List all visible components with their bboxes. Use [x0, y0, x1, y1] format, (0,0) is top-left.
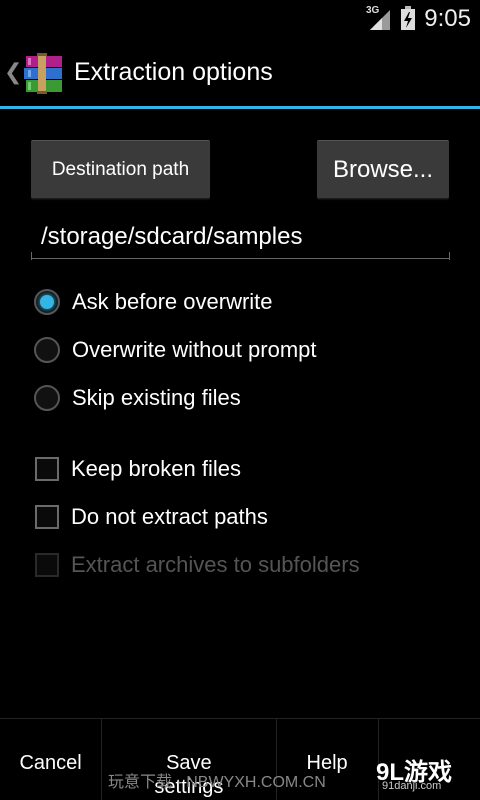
destination-path-button[interactable]: Destination path [31, 140, 210, 199]
radio-selected-icon[interactable] [34, 289, 60, 315]
radio-unselected-icon[interactable] [34, 337, 60, 363]
checkbox-unchecked-icon[interactable] [35, 457, 59, 481]
checkbox-do-not-extract-paths[interactable]: Do not extract paths [34, 497, 454, 537]
radio-skip-existing-files[interactable]: Skip existing files [34, 378, 454, 418]
action-bar-divider [0, 106, 480, 109]
radio-ask-before-overwrite[interactable]: Ask before overwrite [34, 282, 454, 322]
watermark-url: 91danji.com [382, 780, 442, 792]
cancel-button[interactable]: Cancel [0, 719, 103, 800]
watermark-text: 玩意下载 · NBWYXH.COM.CN [108, 774, 326, 791]
checkbox-disabled-icon [35, 553, 59, 577]
radio-unselected-icon[interactable] [34, 385, 60, 411]
checkbox-keep-broken-files[interactable]: Keep broken files [34, 449, 454, 489]
checkbox-extract-archives-to-subfolders: Extract archives to subfolders [34, 545, 454, 585]
winrar-books-icon[interactable] [20, 52, 66, 96]
radio-label: Overwrite without prompt [72, 337, 317, 362]
checkbox-unchecked-icon[interactable] [35, 505, 59, 529]
radio-label: Skip existing files [72, 385, 241, 410]
extraction-options-screen: 3G 9:05 ❮ Extraction options Destination… [0, 0, 480, 800]
checkbox-label: Extract archives to subfolders [71, 552, 360, 577]
clock: 9:05 [424, 5, 471, 32]
path-field-underline [31, 252, 450, 260]
radio-overwrite-without-prompt[interactable]: Overwrite without prompt [34, 330, 454, 370]
action-bar[interactable]: ❮ Extraction options [0, 38, 480, 108]
battery-icon [401, 6, 415, 30]
signal-icon [370, 10, 390, 30]
browse-button[interactable]: Browse... [317, 140, 449, 199]
radio-label: Ask before overwrite [72, 289, 273, 314]
checkbox-label: Do not extract paths [71, 504, 268, 529]
status-bar: 3G 9:05 [0, 0, 480, 38]
checkbox-label: Keep broken files [71, 456, 241, 481]
page-title: Extraction options [74, 58, 273, 86]
